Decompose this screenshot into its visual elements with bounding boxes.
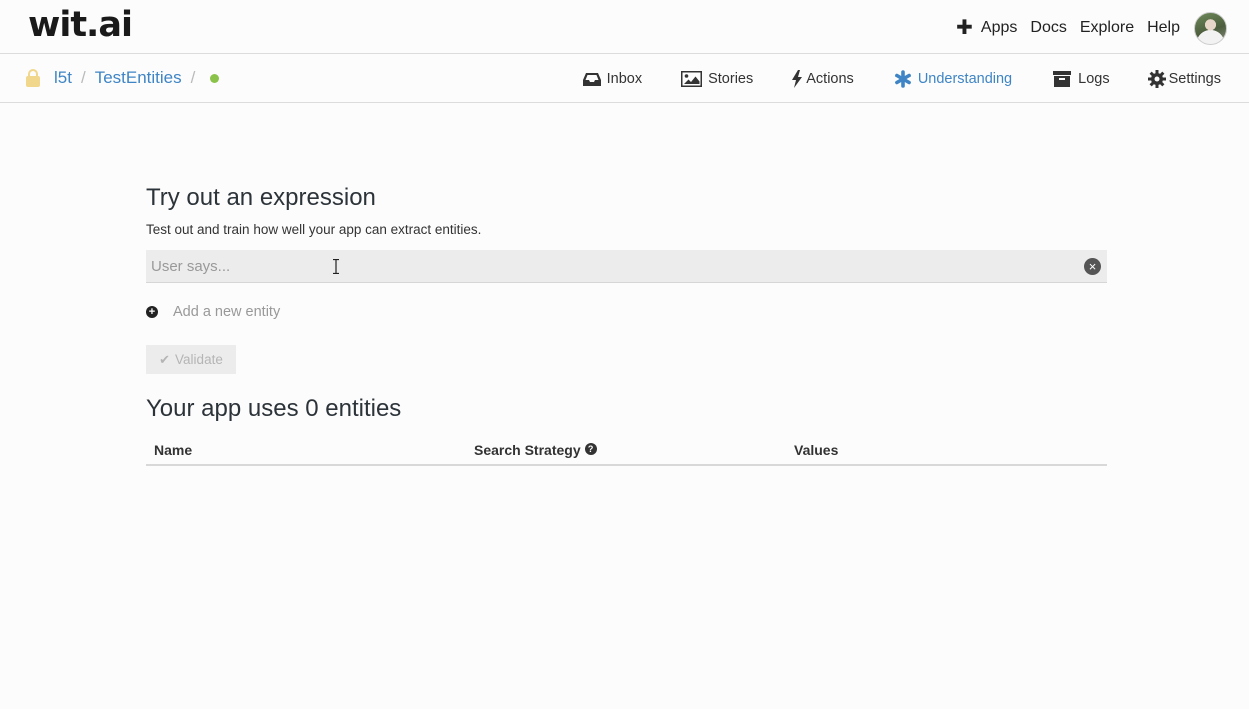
validate-button[interactable]: ✔ Validate bbox=[146, 345, 236, 374]
utterance-box: × bbox=[146, 250, 1107, 283]
validate-label: Validate bbox=[175, 352, 223, 367]
top-header: wit.ai ✚ Apps Docs Explore Help bbox=[0, 0, 1249, 54]
bolt-icon bbox=[792, 70, 803, 88]
column-name[interactable]: Name bbox=[146, 442, 466, 464]
main-content: Try out an expression Test out and train… bbox=[146, 183, 1107, 466]
app-nav: Inbox Stories Actions Understanding Logs bbox=[582, 68, 1221, 90]
tab-logs[interactable]: Logs bbox=[1053, 71, 1110, 87]
tab-settings[interactable]: Settings bbox=[1147, 70, 1221, 88]
tab-inbox[interactable]: Inbox bbox=[582, 71, 643, 87]
question-icon[interactable]: ? bbox=[584, 443, 597, 455]
column-label: Values bbox=[794, 442, 839, 458]
breadcrumb: l5t / TestEntities / bbox=[26, 68, 220, 88]
breadcrumb-app[interactable]: TestEntities bbox=[95, 68, 182, 88]
gear-icon bbox=[1147, 70, 1166, 88]
app-bar: l5t / TestEntities / Inbox Stories Actio… bbox=[0, 54, 1249, 103]
tab-label: Understanding bbox=[917, 71, 1013, 87]
add-entity-label: Add a new entity bbox=[173, 304, 281, 320]
user-says-input[interactable] bbox=[146, 250, 1107, 282]
breadcrumb-user[interactable]: l5t bbox=[54, 68, 72, 88]
tab-understanding[interactable]: Understanding bbox=[894, 70, 1012, 88]
column-label: Search Strategy bbox=[474, 442, 581, 458]
tab-label: Actions bbox=[806, 71, 854, 87]
nav-help[interactable]: Help bbox=[1147, 19, 1180, 37]
check-icon: ✔ bbox=[159, 351, 171, 367]
add-entity-button[interactable]: + Add a new entity bbox=[146, 304, 1107, 320]
page-title: Try out an expression bbox=[146, 184, 376, 211]
tab-label: Stories bbox=[708, 71, 754, 87]
text-cursor-icon bbox=[332, 258, 340, 279]
clear-icon[interactable]: × bbox=[1084, 258, 1101, 275]
top-nav: ✚ Apps Docs Explore Help bbox=[956, 11, 1227, 45]
user-avatar[interactable] bbox=[1194, 11, 1227, 45]
breadcrumb-separator: / bbox=[190, 68, 196, 87]
page-subtitle: Test out and train how well your app can… bbox=[146, 222, 482, 237]
tab-actions[interactable]: Actions bbox=[792, 70, 854, 88]
lock-icon bbox=[26, 69, 40, 87]
breadcrumb-separator: / bbox=[80, 68, 86, 87]
tab-label: Logs bbox=[1078, 71, 1110, 87]
column-values[interactable]: Values bbox=[786, 442, 1107, 464]
nav-apps[interactable]: Apps bbox=[981, 19, 1017, 37]
tab-stories[interactable]: Stories bbox=[681, 71, 753, 87]
entities-table-header: Name Search Strategy ? Values bbox=[146, 442, 1107, 466]
tab-label: Settings bbox=[1168, 71, 1221, 87]
column-search-strategy[interactable]: Search Strategy ? bbox=[466, 442, 786, 464]
tab-label: Inbox bbox=[606, 71, 643, 87]
archive-icon bbox=[1053, 71, 1072, 87]
nav-docs[interactable]: Docs bbox=[1030, 19, 1066, 37]
status-dot-icon bbox=[210, 73, 220, 83]
entities-heading: Your app uses 0 entities bbox=[146, 395, 402, 422]
inbox-icon bbox=[582, 72, 601, 87]
nav-explore[interactable]: Explore bbox=[1080, 19, 1134, 37]
plus-circle-icon: + bbox=[146, 306, 158, 318]
plus-icon[interactable]: ✚ bbox=[956, 18, 973, 38]
column-label: Name bbox=[154, 442, 193, 458]
image-icon bbox=[681, 71, 703, 87]
asterisk-icon bbox=[894, 70, 912, 88]
wit-logo[interactable]: wit.ai bbox=[28, 5, 133, 45]
